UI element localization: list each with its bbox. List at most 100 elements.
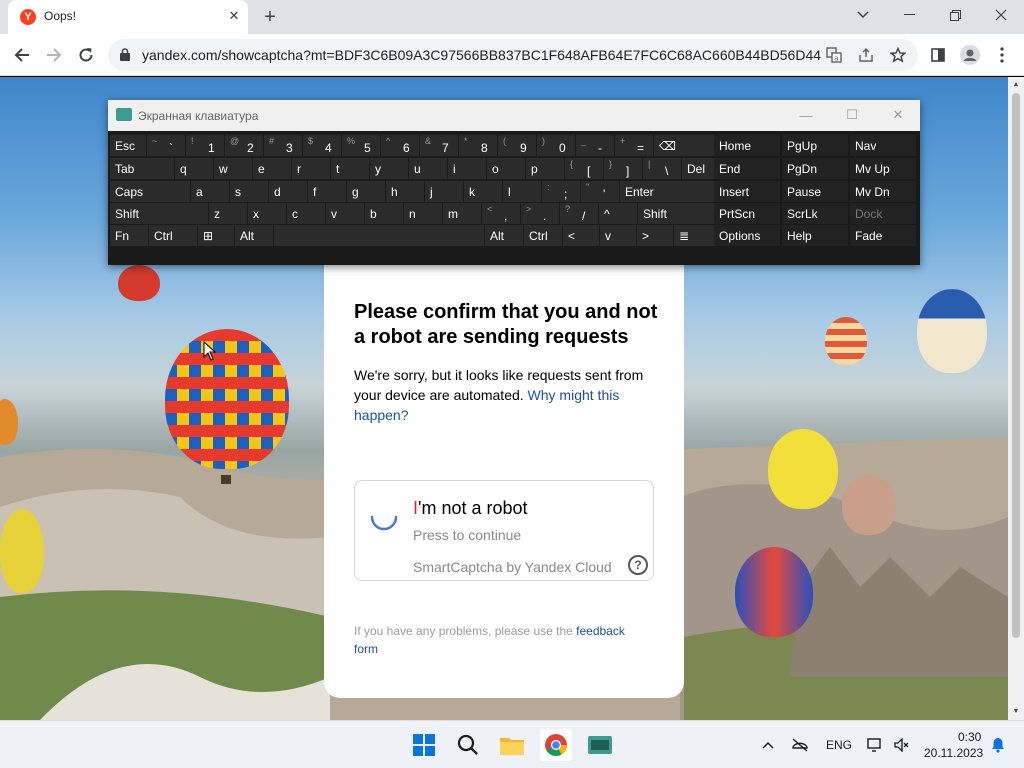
key-n[interactable]: n xyxy=(404,203,442,224)
key-2[interactable]: @2 xyxy=(225,135,263,156)
key-equals[interactable]: + = xyxy=(615,135,653,156)
key-right-bracket[interactable]: }] xyxy=(604,158,642,179)
file-explorer-icon[interactable] xyxy=(496,729,528,761)
key-slash[interactable]: ? / xyxy=(560,203,598,224)
key-a[interactable]: a xyxy=(191,181,229,202)
key-j[interactable]: j xyxy=(425,181,463,202)
key-h[interactable]: h xyxy=(386,181,424,202)
key-g[interactable]: g xyxy=(347,181,385,202)
close-tab-icon[interactable]: ✕ xyxy=(226,8,242,24)
key-c[interactable]: c xyxy=(287,203,325,224)
key-8[interactable]: * 8 xyxy=(459,135,497,156)
key-i[interactable]: i xyxy=(448,158,486,179)
key-4[interactable]: $4 xyxy=(303,135,341,156)
key-w[interactable]: w xyxy=(214,158,252,179)
smartcaptcha-widget[interactable]: I'm not a robot Press to continue SmartC… xyxy=(354,480,654,581)
key-6[interactable]: ^ 6 xyxy=(381,135,419,156)
key-left-arrow[interactable]: < xyxy=(563,225,599,246)
key-p[interactable]: p xyxy=(526,158,564,179)
lock-icon[interactable] xyxy=(120,48,130,66)
on-screen-keyboard-taskbar-icon[interactable] xyxy=(584,729,616,761)
bookmark-star-icon[interactable] xyxy=(888,45,908,65)
key-right-arrow[interactable]: > xyxy=(637,225,673,246)
forward-arrow-icon[interactable] xyxy=(40,41,68,69)
key-pgup[interactable]: PgUp xyxy=(782,135,848,156)
key-k[interactable]: k xyxy=(464,181,502,202)
key-insert[interactable]: Insert xyxy=(714,181,780,202)
key-e[interactable]: e xyxy=(253,158,291,179)
start-windows-icon[interactable] xyxy=(408,729,440,761)
key-pgdn[interactable]: PgDn xyxy=(782,158,848,179)
key-1[interactable]: ! 1 xyxy=(186,135,224,156)
key-esc[interactable]: Esc xyxy=(110,135,146,156)
key-s[interactable]: s xyxy=(230,181,268,202)
key-z[interactable]: z xyxy=(209,203,247,224)
key-enter[interactable]: Enter xyxy=(620,181,724,202)
key-y[interactable]: y xyxy=(370,158,408,179)
tab-search-chevron-icon[interactable] xyxy=(840,0,886,30)
key-caps[interactable]: Caps xyxy=(110,181,190,202)
menu-dots-icon[interactable] xyxy=(988,41,1016,69)
key-end[interactable]: End xyxy=(714,158,780,179)
key-mv-up[interactable]: Mv Up xyxy=(850,158,916,179)
key-options[interactable]: Options xyxy=(714,225,780,246)
key-backtick[interactable]: ~ ` xyxy=(147,135,185,156)
key-comma[interactable]: <, xyxy=(482,203,520,224)
key-5[interactable]: % 5 xyxy=(342,135,380,156)
key-fade[interactable]: Fade xyxy=(850,225,916,246)
key-home[interactable]: Home xyxy=(714,135,780,156)
network-offline-icon[interactable] xyxy=(784,729,816,761)
key-l[interactable]: l xyxy=(503,181,541,202)
translate-icon[interactable]: a xyxy=(824,45,844,65)
key-scrlk[interactable]: ScrLk xyxy=(782,203,848,224)
scroll-down-arrow-icon[interactable]: ▼ xyxy=(1012,708,1020,716)
key-period[interactable]: >. xyxy=(521,203,559,224)
key-quote[interactable]: " ' xyxy=(581,181,619,202)
key-prtscn[interactable]: PrtScn xyxy=(714,203,780,224)
key-left-bracket[interactable]: {[ xyxy=(565,158,603,179)
key-windows[interactable]: ⊞ xyxy=(198,225,234,246)
key-right-alt[interactable]: Alt xyxy=(485,225,523,246)
key-left-shift[interactable]: Shift xyxy=(110,203,208,224)
key-x[interactable]: x xyxy=(248,203,286,224)
on-screen-keyboard-window[interactable]: Экранная клавиатура — ☐ ✕ Esc ~ `! 1 @2 #3 $4%… xyxy=(108,100,920,265)
osk-title-bar[interactable]: Экранная клавиатура — ☐ ✕ xyxy=(108,100,920,131)
key-0[interactable]: ) 0 xyxy=(537,135,575,156)
key-o[interactable]: o xyxy=(487,158,525,179)
key-t[interactable]: t xyxy=(331,158,369,179)
osk-minimize-icon[interactable]: — xyxy=(793,104,819,126)
share-icon[interactable] xyxy=(856,45,876,65)
key-7[interactable]: & 7 xyxy=(420,135,458,156)
profile-avatar-icon[interactable] xyxy=(956,41,984,69)
key-left-ctrl[interactable]: Ctrl xyxy=(149,225,197,246)
key-3[interactable]: #3 xyxy=(264,135,302,156)
key-right-ctrl[interactable]: Ctrl xyxy=(524,225,562,246)
language-indicator[interactable]: ENG xyxy=(826,738,852,752)
key-9[interactable]: (9 xyxy=(498,135,536,156)
chrome-taskbar-icon[interactable] xyxy=(540,729,572,761)
key-minus[interactable]: _ - xyxy=(576,135,614,156)
close-window-icon[interactable] xyxy=(978,0,1024,30)
key-b[interactable]: b xyxy=(365,203,403,224)
minimize-icon[interactable] xyxy=(886,0,932,30)
vertical-scrollbar[interactable]: ▲ ▼ xyxy=(1008,77,1024,720)
tab-oops[interactable]: Y Oops! ✕ xyxy=(8,0,248,34)
osk-close-icon[interactable]: ✕ xyxy=(885,104,911,126)
key-right-shift[interactable]: Shift xyxy=(638,203,720,224)
restore-icon[interactable] xyxy=(932,0,978,30)
key-u[interactable]: u xyxy=(409,158,447,179)
new-tab-icon[interactable]: + xyxy=(259,6,281,28)
key-dock[interactable]: Dock xyxy=(850,203,916,224)
key-tab[interactable]: Tab xyxy=(110,158,174,179)
back-arrow-icon[interactable] xyxy=(8,41,36,69)
notification-bell-icon[interactable] xyxy=(982,729,1014,761)
not-a-robot-checkbox-label[interactable]: I'm not a robot xyxy=(413,498,528,519)
key-nav[interactable]: Nav xyxy=(850,135,916,156)
scrollbar-thumb[interactable] xyxy=(1012,93,1020,638)
key-q[interactable]: q xyxy=(175,158,213,179)
key-pause[interactable]: Pause xyxy=(782,181,848,202)
address-bar[interactable]: yandex.com/showcaptcha?mt=BDF3C6B09A3C97… xyxy=(108,39,918,71)
help-question-icon[interactable]: ? xyxy=(628,555,648,575)
clock-time[interactable]: 0:30 xyxy=(958,730,981,744)
clock-date[interactable]: 20.11.2023 xyxy=(924,746,983,760)
